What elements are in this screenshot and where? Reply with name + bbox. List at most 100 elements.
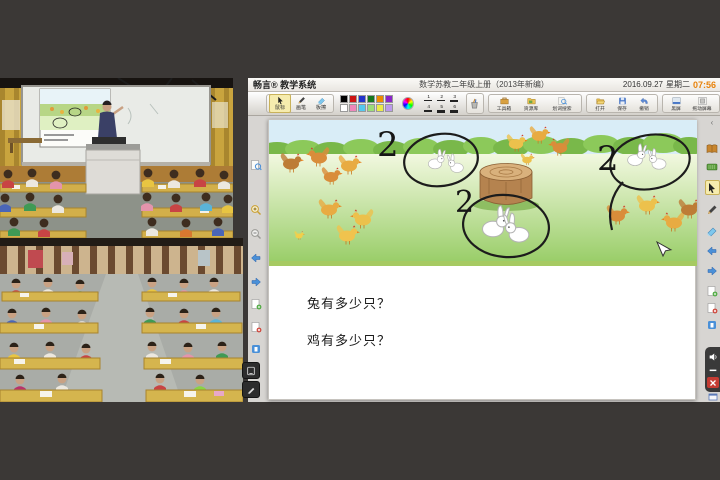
stroke-width-option[interactable]: 2	[436, 94, 447, 104]
next-page-button[interactable]	[250, 275, 263, 288]
undo-arrow-icon	[639, 97, 648, 104]
eraser-icon	[707, 227, 717, 236]
subject-tools-handle[interactable]	[242, 381, 260, 398]
handwriting-panel-handle[interactable]	[242, 362, 260, 379]
pen-tool-button[interactable]: 画笔	[291, 95, 311, 112]
minimize-button[interactable]	[707, 364, 719, 375]
clear-ink-button[interactable]	[465, 93, 484, 114]
tool-label: 板擦	[315, 105, 327, 111]
color-swatch[interactable]	[358, 104, 366, 112]
ink-mark: 2	[377, 125, 399, 165]
color-swatch[interactable]	[376, 95, 384, 103]
left-sidebar	[242, 116, 264, 404]
tablet-icon	[247, 366, 255, 375]
pen-cup-icon	[471, 98, 479, 109]
next-page-rail-button[interactable]	[706, 264, 719, 277]
color-swatch[interactable]	[385, 104, 393, 112]
delete-page-icon	[251, 321, 262, 332]
speaker-icon	[709, 353, 717, 360]
color-swatch[interactable]	[358, 95, 366, 103]
whiteboard-page[interactable]: 2 2 2 兔有多少只？ 鸡有多少只？	[259, 119, 705, 400]
add-page-button[interactable]	[250, 297, 263, 310]
page-tool-button[interactable]	[250, 342, 263, 355]
pencil-icon	[298, 97, 305, 104]
resource-library-button[interactable]: 资源库	[518, 95, 545, 113]
mouse-tool-button[interactable]: 鼠标	[269, 94, 291, 113]
blue-tool-icon	[708, 320, 716, 329]
restore-window-button[interactable]	[707, 390, 719, 408]
date-label: 2016.09.27	[622, 80, 663, 89]
save-button[interactable]: 保存	[611, 95, 633, 113]
stroke-width-option[interactable]: 6	[449, 104, 460, 114]
open-button[interactable]: 打开	[589, 95, 611, 113]
weekday-label: 星期二	[665, 80, 690, 89]
eraser-icon	[317, 97, 325, 105]
podium	[85, 137, 141, 195]
eraser-tool-rail-button[interactable]	[706, 224, 719, 237]
color-swatch[interactable]	[385, 95, 393, 103]
color-swatch[interactable]	[367, 95, 375, 103]
undo-button[interactable]: 撤销	[633, 95, 655, 113]
teaching-app-window: 畅言® 教学系统 数学苏教二年级上册（2013年新编） 2016.09.27 星…	[242, 78, 720, 404]
prev-page-rail-button[interactable]	[706, 244, 719, 257]
delete-page-rail-button[interactable]	[706, 301, 719, 314]
stroke-width-option[interactable]: 4	[423, 104, 434, 114]
add-page-rail-button[interactable]	[706, 284, 719, 297]
right-sidebar: ‹	[704, 116, 720, 404]
screen-icon	[672, 96, 680, 104]
clock: 2016.09.27 星期二 07:56	[623, 79, 716, 90]
stroke-width-option[interactable]: 3	[449, 94, 460, 104]
main-toolbar: 鼠标 画笔 板擦 1 2 3 4 5 6 工具箱 资源库 划词搜索 打开 保存 …	[248, 92, 720, 116]
pen-tool-rail-button[interactable]	[706, 203, 719, 216]
zoom-out-button[interactable]	[250, 227, 263, 240]
arrow-left-icon	[251, 252, 261, 263]
color-swatch[interactable]	[376, 104, 384, 112]
zoom-out-icon	[251, 228, 261, 239]
page-tool-rail-button[interactable]	[706, 318, 719, 331]
tool-group: 鼠标 画笔 板擦	[266, 94, 334, 113]
black-screen-button[interactable]: 黑屏	[665, 95, 687, 113]
eraser-tool-button[interactable]: 板擦	[311, 95, 331, 112]
mouse-tool-rail-button[interactable]	[704, 180, 720, 195]
color-swatch[interactable]	[367, 104, 375, 112]
time-label: 07:56	[692, 79, 716, 90]
prev-page-button[interactable]	[250, 251, 263, 264]
color-swatch[interactable]	[340, 95, 348, 103]
folder-icon	[527, 97, 536, 104]
tool-label: 画笔	[295, 105, 307, 111]
collapse-sidebar-button[interactable]: ‹	[711, 118, 714, 128]
textbook-button[interactable]	[706, 142, 719, 155]
screen-group: 黑屏 拖动屏幕	[662, 94, 720, 113]
page-preview-button[interactable]	[250, 158, 263, 171]
file-group: 打开 保存 撤销	[586, 94, 658, 113]
zoom-in-icon	[251, 204, 261, 215]
close-button[interactable]	[707, 377, 719, 388]
classroom-front-camera-feed	[0, 78, 233, 238]
screen: 畅言® 教学系统 数学苏教二年级上册（2013年新编） 2016.09.27 星…	[0, 0, 720, 480]
cursor-icon	[709, 182, 715, 193]
keyboard-icon	[706, 163, 718, 170]
titlebar: 畅言® 教学系统 数学苏教二年级上册（2013年新编） 2016.09.27 星…	[248, 78, 720, 92]
color-swatch[interactable]	[349, 104, 357, 112]
toolbox-button[interactable]: 工具箱	[491, 95, 518, 113]
search-icon	[557, 96, 567, 105]
lesson-illustration: 2 2 2	[259, 120, 705, 266]
toolbox-icon	[500, 97, 509, 104]
stroke-width-option[interactable]: 1	[423, 94, 434, 104]
drag-screen-button[interactable]: 拖动屏幕	[687, 95, 717, 113]
stroke-width-option[interactable]: 5	[436, 104, 447, 114]
word-search-button[interactable]: 划词搜索	[545, 95, 579, 113]
color-swatch[interactable]	[349, 95, 357, 103]
open-folder-icon	[595, 98, 605, 104]
add-page-icon	[707, 285, 718, 296]
floppy-icon	[618, 97, 626, 104]
classroom-rear-camera-feed	[0, 238, 243, 402]
color-wheel[interactable]	[402, 97, 414, 110]
delete-page-button[interactable]	[250, 320, 263, 333]
question-rabbits: 兔有多少只？	[307, 297, 392, 312]
keyboard-button[interactable]	[706, 160, 719, 173]
color-swatch[interactable]	[340, 104, 348, 112]
page-preview-icon	[251, 159, 262, 170]
zoom-in-button[interactable]	[250, 203, 263, 216]
volume-button[interactable]	[707, 351, 719, 362]
